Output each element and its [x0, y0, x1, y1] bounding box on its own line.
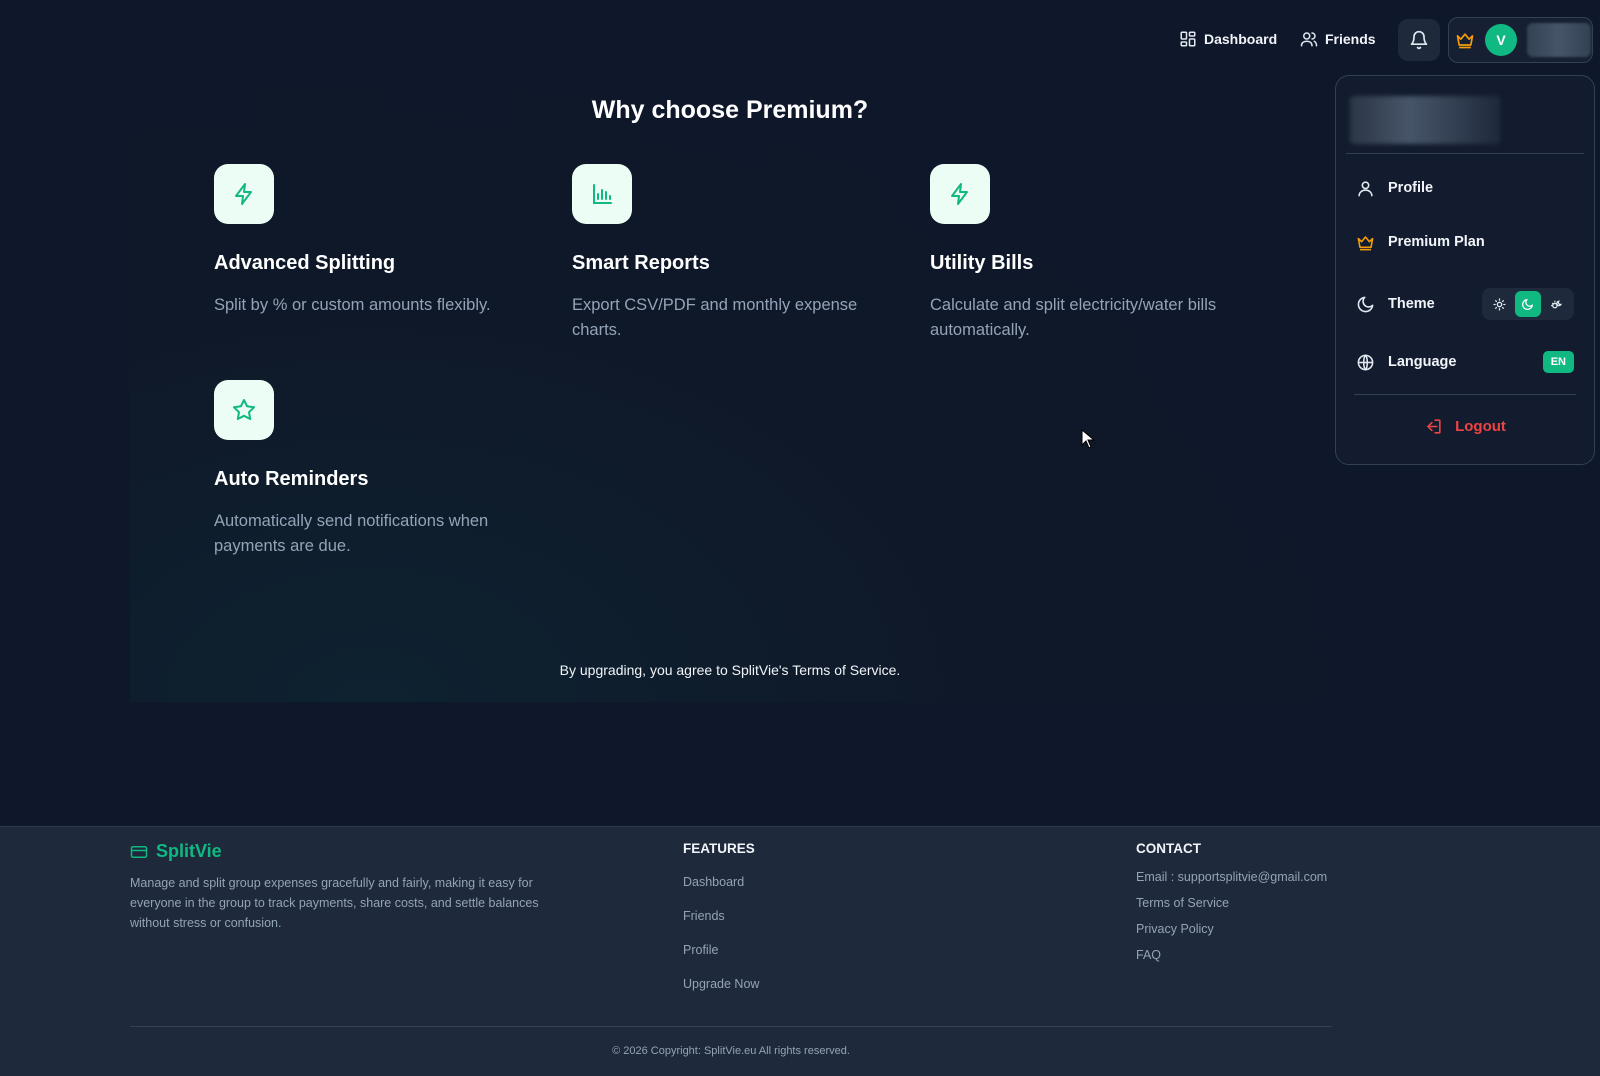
- premium-page: Dashboard Friends V Why choose Premium?: [0, 0, 1600, 1076]
- theme-dark-option[interactable]: [1514, 291, 1541, 317]
- feature-advanced-splitting: Advanced Splitting Split by % or custom …: [214, 164, 544, 318]
- footer-divider: [130, 1026, 1332, 1027]
- nav-friends-label: Friends: [1325, 31, 1376, 47]
- moon-icon: [1357, 296, 1374, 312]
- terms-note: By upgrading, you agree to SplitVie's Te…: [559, 662, 901, 678]
- footer-description: Manage and split group expenses graceful…: [130, 876, 539, 930]
- nav-friends-link[interactable]: Friends: [1300, 24, 1376, 54]
- logout-button[interactable]: Logout: [1336, 411, 1594, 441]
- footer: SplitVie Manage and split group expenses…: [0, 826, 1600, 1076]
- mouse-cursor-icon: [1081, 429, 1095, 449]
- feature-utility-bills: Utility Bills Calculate and split electr…: [930, 164, 1260, 343]
- sun-moon-icon: [1551, 299, 1563, 308]
- notifications-button[interactable]: [1398, 19, 1440, 61]
- footer-link-friends[interactable]: Friends: [683, 909, 725, 923]
- footer-link-terms[interactable]: Terms of Service: [1136, 896, 1229, 910]
- language-badge[interactable]: EN: [1542, 351, 1574, 373]
- crown-icon: [1456, 33, 1474, 49]
- menu-item-premium-plan[interactable]: Premium Plan: [1356, 226, 1574, 258]
- theme-switcher: [1482, 288, 1574, 320]
- menu-item-label: Language: [1388, 354, 1457, 370]
- divider: [1354, 394, 1576, 395]
- feature-icon-box: [930, 164, 990, 224]
- feature-description: Automatically send notifications when pa…: [214, 512, 489, 555]
- copyright-text: © 2026 Copyright: SplitVie.eu All rights…: [612, 1045, 850, 1057]
- logout-label: Logout: [1455, 417, 1506, 435]
- user-menu-trigger[interactable]: V: [1448, 17, 1593, 63]
- credit-card-icon: [130, 845, 148, 858]
- footer-link-privacy[interactable]: Privacy Policy: [1136, 922, 1214, 936]
- footer-link-profile[interactable]: Profile: [683, 943, 718, 957]
- nav-dashboard-link[interactable]: Dashboard: [1179, 24, 1277, 54]
- menu-item-theme: Theme: [1356, 288, 1474, 320]
- footer-contact-heading: CONTACT: [1136, 841, 1201, 856]
- lightning-icon: [235, 183, 252, 205]
- divider: [1346, 153, 1584, 154]
- star-icon: [233, 399, 255, 420]
- top-navbar: Dashboard Friends V: [0, 0, 1600, 78]
- menu-item-label: Premium Plan: [1388, 234, 1485, 250]
- feature-icon-box: [214, 164, 274, 224]
- feature-description: Split by % or custom amounts flexibly.: [214, 296, 491, 314]
- crown-icon: [1357, 235, 1374, 250]
- moon-icon: [1522, 298, 1534, 310]
- feature-smart-reports: Smart Reports Export CSV/PDF and monthly…: [572, 164, 902, 343]
- sun-icon: [1493, 297, 1506, 311]
- menu-item-label: Profile: [1388, 180, 1434, 196]
- footer-contact-email[interactable]: Email : supportsplitvie@gmail.com: [1136, 870, 1327, 884]
- feature-icon-box: [214, 380, 274, 440]
- logout-icon: [1427, 418, 1441, 434]
- theme-system-option[interactable]: [1544, 291, 1570, 317]
- dashboard-grid-icon: [1180, 31, 1196, 47]
- bell-icon: [1410, 30, 1428, 50]
- footer-brand[interactable]: SplitVie: [130, 841, 222, 862]
- menu-item-label: Theme: [1388, 296, 1435, 312]
- user-info-redacted: [1350, 96, 1500, 144]
- feature-auto-reminders: Auto Reminders Automatically send notifi…: [214, 380, 544, 559]
- feature-description: Export CSV/PDF and monthly expense chart…: [572, 296, 858, 339]
- footer-link-faq[interactable]: FAQ: [1136, 948, 1161, 962]
- menu-item-language: Language: [1356, 346, 1514, 378]
- feature-icon-box: [572, 164, 632, 224]
- feature-description: Calculate and split electricity/water bi…: [930, 296, 1217, 339]
- user-name-redacted: [1527, 23, 1591, 57]
- feature-title: Auto Reminders: [214, 468, 369, 490]
- footer-link-upgrade[interactable]: Upgrade Now: [683, 977, 759, 991]
- footer-link-dashboard[interactable]: Dashboard: [683, 875, 744, 889]
- lightning-icon: [951, 183, 968, 205]
- theme-light-option[interactable]: [1486, 291, 1512, 317]
- feature-title: Utility Bills: [930, 252, 1034, 274]
- menu-item-profile[interactable]: Profile: [1356, 172, 1574, 204]
- bar-chart-icon: [593, 184, 612, 204]
- globe-icon: [1357, 353, 1374, 371]
- user-menu-dropdown: Profile Premium Plan Theme Language EN L…: [1335, 75, 1595, 465]
- feature-title: Advanced Splitting: [214, 252, 396, 274]
- nav-dashboard-label: Dashboard: [1204, 31, 1278, 47]
- feature-title: Smart Reports: [572, 252, 710, 274]
- page-title: Why choose Premium?: [591, 96, 869, 124]
- premium-features-card: Why choose Premium? Advanced Splitting S…: [130, 80, 1330, 702]
- avatar: V: [1485, 24, 1517, 56]
- users-icon: [1300, 32, 1318, 47]
- brand-name: SplitVie: [156, 841, 222, 861]
- footer-features-heading: FEATURES: [683, 841, 755, 856]
- user-icon: [1358, 180, 1373, 196]
